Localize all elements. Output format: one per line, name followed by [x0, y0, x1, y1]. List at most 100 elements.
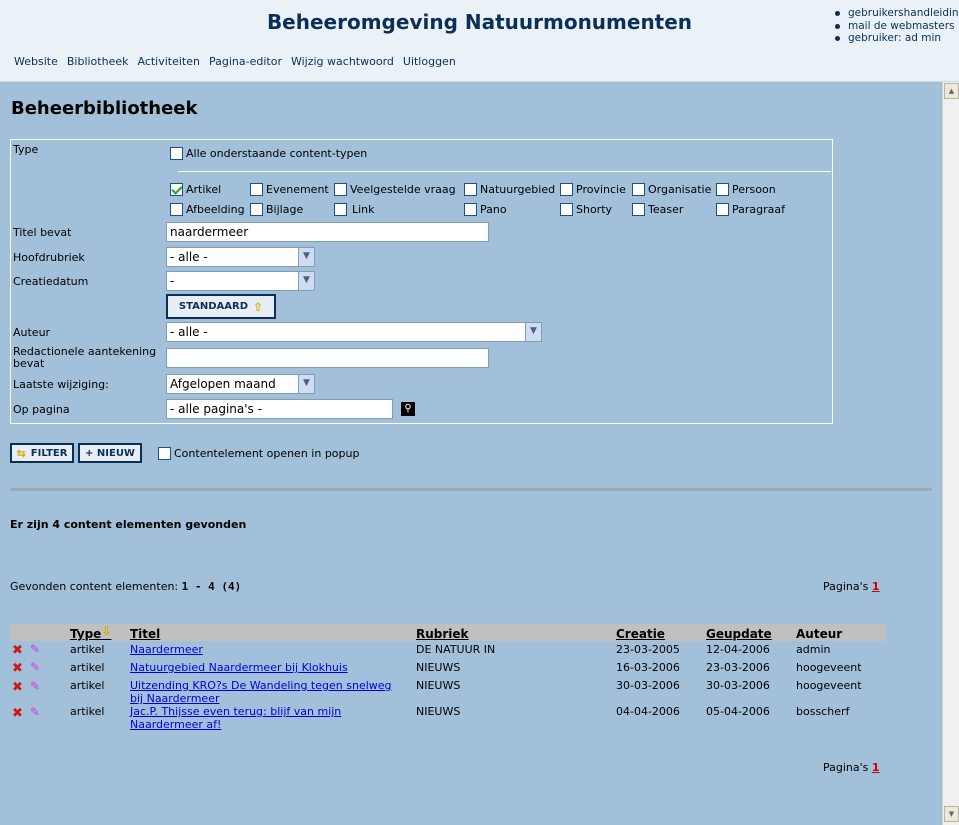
checkbox-icon[interactable]	[632, 203, 645, 216]
type-bijlage-checkbox[interactable]: Bijlage	[250, 203, 303, 216]
row-type: artikel	[70, 679, 105, 692]
type-afbeelding-checkbox[interactable]: Afbeelding	[170, 203, 245, 216]
nav-uitloggen[interactable]: Uitloggen	[403, 55, 456, 68]
chevron-down-icon[interactable]: ▼	[525, 323, 541, 341]
type-natuurgebied-checkbox[interactable]: Natuurgebied	[464, 183, 555, 196]
checkbox-icon[interactable]	[464, 183, 477, 196]
vertical-scrollbar[interactable]: ▲ ▼	[942, 82, 959, 825]
type-artikel-checkbox[interactable]: Artikel	[170, 183, 221, 196]
nav-pagina-editor[interactable]: Pagina-editor	[209, 55, 282, 68]
chevron-down-icon[interactable]: ▼	[298, 272, 314, 290]
pencil-icon[interactable]: ✎	[30, 705, 40, 719]
popup-checkbox[interactable]: Contentelement openen in popup	[158, 447, 359, 460]
scroll-down-icon[interactable]: ▼	[944, 806, 959, 822]
title-link[interactable]: Naardermeer	[130, 643, 203, 656]
type-persoon-checkbox[interactable]: Persoon	[716, 183, 776, 196]
type-paragraaf-checkbox[interactable]: Paragraaf	[716, 203, 785, 216]
type-label-artikel: Artikel	[186, 183, 222, 196]
type-label-bijlage: Bijlage	[266, 203, 304, 216]
filter-button[interactable]: ⇆ FILTER	[10, 443, 74, 463]
checkbox-icon[interactable]	[632, 183, 645, 196]
col-rubriek-header[interactable]: Rubriek	[416, 627, 469, 641]
checkbox-icon[interactable]	[170, 203, 183, 216]
redactie-label: Redactionele aantekening bevat	[13, 346, 156, 370]
nav-website[interactable]: Website	[14, 55, 58, 68]
type-pano-checkbox[interactable]: Pano	[464, 203, 507, 216]
hoofdrubriek-select[interactable]: - alle - ▼	[166, 247, 315, 267]
pages-label: Pagina's	[823, 761, 869, 774]
results-range: Gevonden content elementen: 1 - 4 (4)	[10, 580, 241, 593]
type-veelgestelde-vraag-checkbox[interactable]: Veelgestelde vraag	[334, 183, 456, 196]
util-user-label: gebruiker: ad min	[835, 32, 959, 45]
auteur-select[interactable]: - alle - ▼	[166, 322, 542, 342]
title-link-line2[interactable]: Naardermeer af!	[130, 718, 221, 731]
all-types-checkbox[interactable]: Alle onderstaande content-typen	[170, 147, 367, 160]
col-geupdate-header[interactable]: Geupdate	[706, 627, 772, 641]
page-link[interactable]: 1	[872, 580, 880, 593]
nieuw-button[interactable]: + NIEUW	[78, 443, 142, 463]
col-creatie-header[interactable]: Creatie	[616, 627, 665, 641]
checkbox-icon[interactable]	[716, 203, 729, 216]
page-link[interactable]: 1	[872, 761, 880, 774]
filter-panel	[10, 139, 833, 424]
checkbox-icon[interactable]	[158, 447, 171, 460]
delete-icon[interactable]: ✖	[12, 661, 23, 676]
type-organisatie-checkbox[interactable]: Organisatie	[632, 183, 711, 196]
col-type-label: Type	[70, 627, 102, 641]
delete-icon[interactable]: ✖	[12, 643, 23, 658]
type-link-checkbox[interactable]: Link	[334, 203, 375, 216]
creatiedatum-select[interactable]: - ▼	[166, 271, 315, 291]
chevron-down-icon[interactable]: ▼	[298, 248, 314, 266]
checkbox-checked-icon[interactable]	[170, 183, 183, 196]
delete-icon[interactable]: ✖	[12, 706, 23, 721]
pencil-icon[interactable]: ✎	[30, 642, 40, 656]
col-type-header[interactable]: Type⇩	[70, 624, 111, 641]
type-divider	[178, 171, 831, 172]
titel-label: Titel bevat	[13, 226, 72, 239]
op-pagina-input[interactable]: - alle pagina's -	[166, 399, 393, 419]
util-mail-link[interactable]: mail de webmasters	[835, 20, 959, 33]
type-label-provincie: Provincie	[576, 183, 626, 196]
title-link[interactable]: Uitzending KRO?s De Wandeling tegen snel…	[130, 679, 392, 692]
checkbox-icon[interactable]	[170, 147, 183, 160]
scroll-up-icon[interactable]: ▲	[944, 83, 959, 99]
checkbox-icon[interactable]	[334, 203, 347, 216]
row-titel: Uitzending KRO?s De Wandeling tegen snel…	[130, 679, 392, 705]
standaard-button[interactable]: STANDAARD ⇧	[166, 294, 276, 319]
type-evenement-checkbox[interactable]: Evenement	[250, 183, 329, 196]
checkbox-icon[interactable]	[250, 203, 263, 216]
type-label-evenement: Evenement	[266, 183, 329, 196]
util-handleiding-link[interactable]: gebruikershandleiding	[835, 7, 959, 20]
pencil-icon[interactable]: ✎	[30, 660, 40, 674]
title-link-line2[interactable]: bij Naardermeer	[130, 692, 219, 705]
search-icon[interactable]: ⚲	[401, 402, 415, 416]
nav-bibliotheek[interactable]: Bibliotheek	[67, 55, 129, 68]
pencil-icon[interactable]: ✎	[30, 679, 40, 693]
checkbox-icon[interactable]	[560, 183, 573, 196]
checkbox-icon[interactable]	[334, 183, 347, 196]
checkbox-icon[interactable]	[250, 183, 263, 196]
nav-activiteiten[interactable]: Activiteiten	[137, 55, 200, 68]
col-titel-header[interactable]: Titel	[130, 627, 160, 641]
checkbox-icon[interactable]	[560, 203, 573, 216]
type-provincie-checkbox[interactable]: Provincie	[560, 183, 626, 196]
type-teaser-checkbox[interactable]: Teaser	[632, 203, 683, 216]
checkbox-icon[interactable]	[464, 203, 477, 216]
type-label-organisatie: Organisatie	[648, 183, 712, 196]
checkbox-icon[interactable]	[716, 183, 729, 196]
type-shorty-checkbox[interactable]: Shorty	[560, 203, 612, 216]
all-types-label: Alle onderstaande content-typen	[186, 147, 368, 160]
standaard-label: STANDAARD	[178, 301, 249, 312]
results-range-value: 1 - 4 (4)	[181, 580, 242, 593]
nav-wijzig-wachtwoord[interactable]: Wijzig wachtwoord	[291, 55, 394, 68]
laatste-wijziging-select[interactable]: Afgelopen maand ▼	[166, 374, 315, 394]
delete-icon[interactable]: ✖	[12, 680, 23, 695]
title-link[interactable]: Jac.P. Thijsse even terug: blijf van mij…	[130, 705, 341, 718]
filter-label: FILTER	[30, 447, 68, 459]
title-link[interactable]: Natuurgebied Naardermeer bij Klokhuis	[130, 661, 348, 674]
titel-input[interactable]: naardermeer	[166, 222, 489, 242]
redactie-input[interactable]	[166, 348, 489, 368]
auteur-label: Auteur	[13, 326, 51, 339]
hoofdrubriek-value: - alle -	[170, 250, 208, 264]
chevron-down-icon[interactable]: ▼	[298, 375, 314, 393]
